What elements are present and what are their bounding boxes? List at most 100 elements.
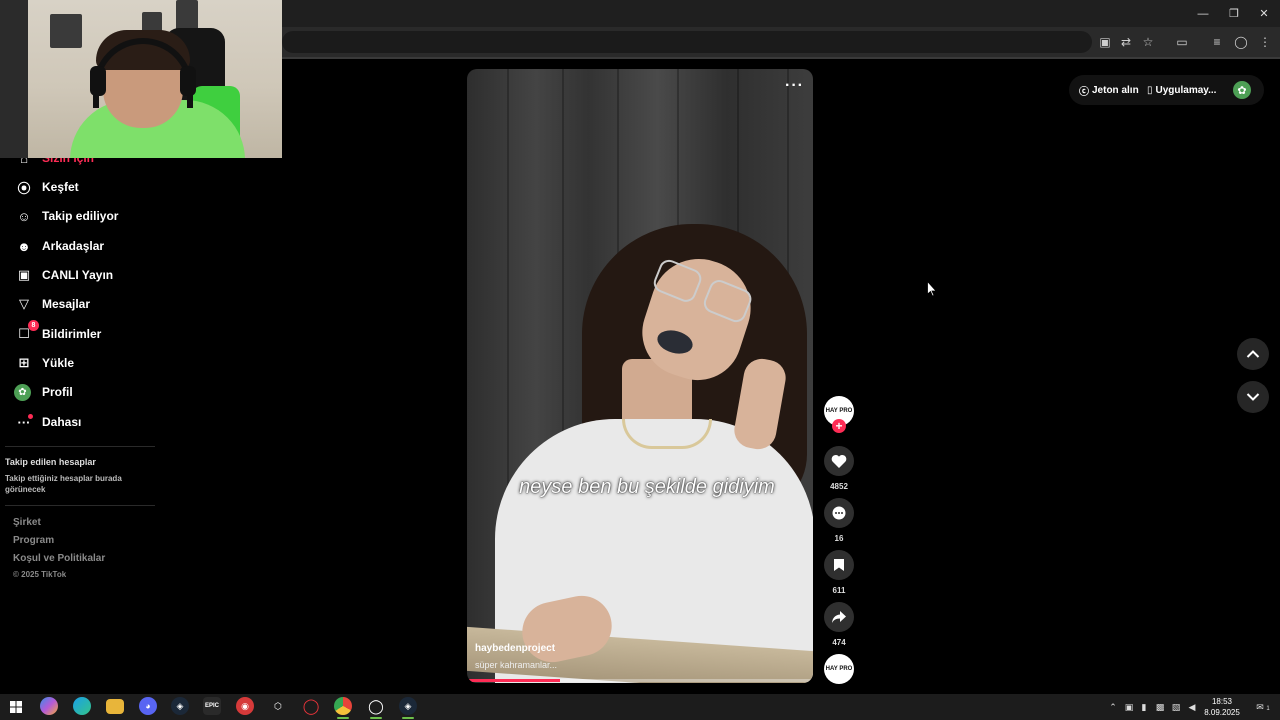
get-app-label: Uygulamay... xyxy=(1155,84,1217,96)
save-count: 611 xyxy=(832,586,846,595)
like-count: 4852 xyxy=(830,482,848,491)
compass-icon: ⦿ xyxy=(17,180,31,196)
sidebar-item-following[interactable]: ☺ Takip ediliyor xyxy=(14,204,118,228)
notification-badge: 8 xyxy=(28,320,39,331)
bookmark-star-icon[interactable]: ☆ xyxy=(1140,34,1156,50)
bookmark-icon xyxy=(834,559,844,571)
sidebar-divider xyxy=(5,505,155,506)
footer-link-terms[interactable]: Koşul ve Politikalar xyxy=(13,553,105,564)
following-accounts-desc: Takip ettiğiniz hesaplar burada görünece… xyxy=(5,474,122,494)
app-circle-icon[interactable]: ◯ xyxy=(367,697,385,715)
profile-avatar-icon: ✿ xyxy=(14,383,31,401)
sidebar-item-upload[interactable]: ⊞ Yükle xyxy=(14,351,74,375)
clock-time: 18:53 xyxy=(1211,697,1233,706)
webcam-poster xyxy=(50,14,82,48)
video-more-button[interactable]: ··· xyxy=(785,77,804,95)
get-app-button[interactable]: ▯ Uygulamay... xyxy=(1147,83,1216,97)
footer-link-company[interactable]: Şirket xyxy=(13,517,41,528)
share-count: 474 xyxy=(832,638,846,647)
active-app-indicator xyxy=(337,717,349,719)
windows-taskbar xyxy=(0,694,1280,720)
chevron-down-icon xyxy=(1246,393,1260,401)
get-coins-button[interactable]: ⓒ Jeton alın xyxy=(1079,83,1139,98)
following-accounts-title: Takip edilen hesaplar xyxy=(5,457,96,467)
opera-gx-icon[interactable]: ◯ xyxy=(302,697,320,715)
sidebar-item-live[interactable]: ▣ CANLI Yayın xyxy=(14,263,113,287)
webcam-overlay xyxy=(0,0,282,158)
inbox-icon: ☐ 8 xyxy=(14,320,39,344)
next-video-button[interactable] xyxy=(1237,381,1269,413)
heart-icon xyxy=(831,454,847,468)
sidebar-item-label: Yükle xyxy=(42,356,75,370)
sidebar-item-label: Bildirimler xyxy=(42,327,102,341)
phone-icon: ▯ xyxy=(1147,84,1153,96)
copilot-icon[interactable] xyxy=(40,697,58,715)
active-app-indicator xyxy=(370,717,382,719)
sidebar-item-label: Dahası xyxy=(42,415,82,429)
taskbar-clock[interactable]: 18:53 8.09.2025 xyxy=(1203,696,1241,718)
epic-games-icon[interactable]: EPIC xyxy=(203,697,221,715)
friends-icon: ☻ xyxy=(17,238,31,254)
comment-count: 16 xyxy=(834,534,844,543)
translate-icon[interactable]: ⇄ xyxy=(1118,34,1134,50)
volume-icon[interactable]: ◀ xyxy=(1186,700,1198,714)
menu-kebab-icon[interactable]: ⋮ xyxy=(1257,34,1273,50)
save-button[interactable] xyxy=(824,550,854,580)
webcam-headset-cup xyxy=(90,66,106,96)
sound-avatar[interactable]: HAY PRO xyxy=(824,654,854,684)
start-windows-icon[interactable] xyxy=(6,697,26,717)
close-icon[interactable]: ✕ xyxy=(1249,0,1279,27)
share-arrow-icon xyxy=(832,611,846,623)
sidebar-item-label: Takip ediliyor xyxy=(42,209,119,223)
video-progress-fill xyxy=(467,679,561,682)
account-icon[interactable]: ◯ xyxy=(1233,34,1249,50)
video-author[interactable]: haybedenproject xyxy=(475,643,555,654)
sidebar-item-explore[interactable]: ⦿ Keşfet xyxy=(14,175,79,199)
follow-plus-icon[interactable]: + xyxy=(832,419,846,433)
video-description[interactable]: süper kahramanlar... xyxy=(475,660,557,670)
coin-icon: ⓒ xyxy=(1079,86,1089,98)
share-button[interactable] xyxy=(824,602,854,632)
active-app-indicator xyxy=(402,717,414,719)
restore-icon[interactable]: ❐ xyxy=(1219,0,1249,27)
previous-video-button[interactable] xyxy=(1237,338,1269,370)
send-icon: ▽ xyxy=(19,296,29,311)
address-bar[interactable] xyxy=(282,31,1092,53)
sidebar-item-label: Mesajlar xyxy=(42,297,91,311)
app-cube-icon[interactable]: ⬡ xyxy=(269,697,287,715)
sidebar-item-profile[interactable]: ✿ Profil xyxy=(14,380,73,404)
tray-app-icon[interactable]: ▣ xyxy=(1123,700,1135,714)
media-controls-icon[interactable]: ≡ xyxy=(1209,34,1225,50)
video-progress-bar[interactable] xyxy=(467,679,813,682)
microphone-icon[interactable]: ▮ xyxy=(1138,700,1150,714)
steam-icon[interactable]: ◈ xyxy=(171,697,189,715)
profile-menu-icon[interactable]: ✿ xyxy=(1233,81,1251,99)
sidebar-item-label: Keşfet xyxy=(42,180,79,194)
sidebar-item-messages[interactable]: ▽ Mesajlar xyxy=(14,292,90,316)
file-explorer-icon[interactable] xyxy=(106,699,124,714)
extensions-icon[interactable]: ▭ xyxy=(1174,34,1190,50)
minimize-icon[interactable]: — xyxy=(1188,0,1218,27)
chevron-up-icon xyxy=(1246,350,1260,358)
app-red-icon[interactable]: ◉ xyxy=(236,697,254,715)
tray-overflow-icon[interactable]: ⌃ xyxy=(1107,700,1119,714)
upload-icon: ⊞ xyxy=(18,355,30,370)
footer-link-program[interactable]: Program xyxy=(13,535,54,546)
steam-running-icon[interactable]: ◈ xyxy=(399,697,417,715)
install-app-icon[interactable]: ▣ xyxy=(1097,34,1113,50)
network-icon[interactable]: ▧ xyxy=(1170,700,1182,714)
discord-icon[interactable]: ◕ xyxy=(139,697,157,715)
sidebar-item-more[interactable]: ··· Dahası xyxy=(14,410,81,434)
edge-browser-icon[interactable] xyxy=(73,697,91,715)
sidebar-item-label: Arkadaşlar xyxy=(42,239,105,253)
video-player[interactable]: ··· neyse ben bu şekilde gidiyim haybede… xyxy=(467,69,813,683)
sidebar-item-notifications[interactable]: ☐ 8 Bildirimler xyxy=(14,320,102,346)
sidebar-divider xyxy=(5,446,155,447)
tray-monitor-icon[interactable]: ▩ xyxy=(1154,700,1166,714)
sidebar-item-label: Profil xyxy=(42,385,73,399)
like-button[interactable] xyxy=(824,446,854,476)
comment-button[interactable] xyxy=(824,498,854,528)
chrome-icon[interactable] xyxy=(334,697,352,715)
sidebar-item-label: CANLI Yayın xyxy=(42,268,114,282)
sidebar-item-friends[interactable]: ☻ Arkadaşlar xyxy=(14,234,104,258)
